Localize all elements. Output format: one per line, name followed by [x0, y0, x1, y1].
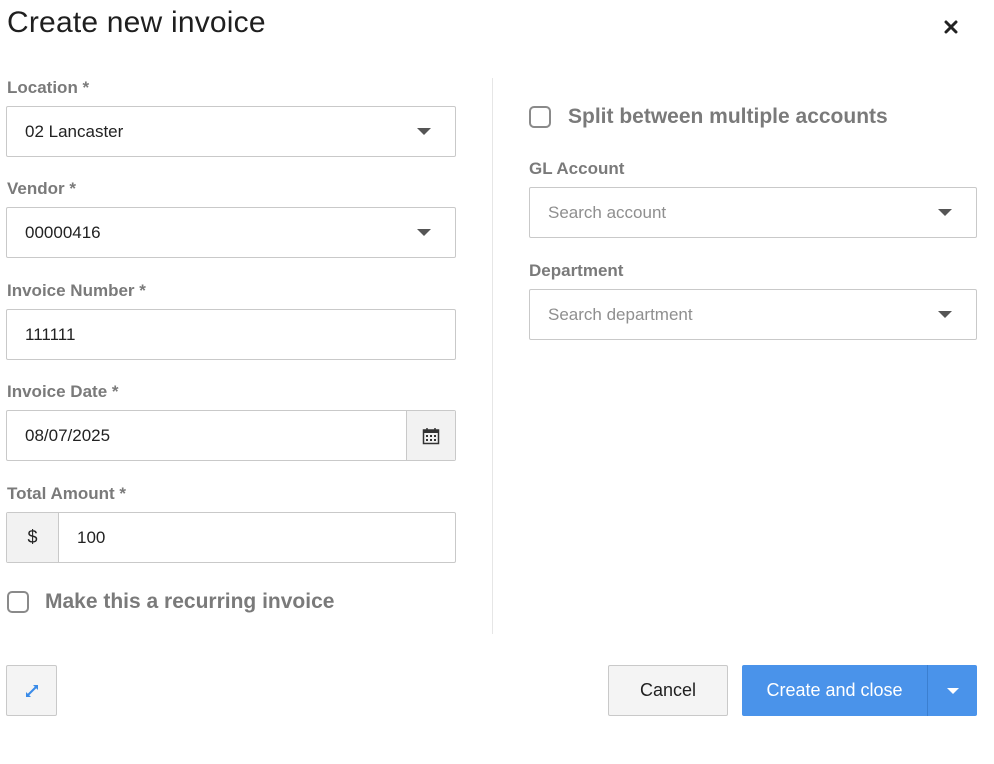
- department-select[interactable]: Search department: [529, 289, 977, 340]
- department-label: Department: [529, 261, 624, 280]
- chevron-down-icon: [417, 229, 431, 236]
- split-label[interactable]: Split between multiple accounts: [568, 105, 888, 129]
- expand-button[interactable]: [6, 665, 57, 716]
- invoice-date-input[interactable]: 08/07/2025: [6, 410, 456, 461]
- recurring-checkbox[interactable]: [7, 591, 29, 613]
- invoice-date-label: Invoice Date *: [7, 382, 119, 401]
- department-placeholder: Search department: [548, 304, 693, 324]
- currency-addon: $: [7, 513, 59, 562]
- calendar-button[interactable]: [406, 411, 455, 460]
- gl-account-label: GL Account: [529, 159, 625, 178]
- expand-icon: [25, 684, 38, 697]
- chevron-down-icon: [946, 687, 959, 694]
- create-and-close-button[interactable]: Create and close: [742, 665, 927, 716]
- column-divider: [492, 78, 493, 634]
- gl-account-placeholder: Search account: [548, 202, 667, 222]
- total-amount-label: Total Amount *: [7, 484, 126, 503]
- location-select[interactable]: 02 Lancaster: [6, 106, 456, 157]
- invoice-number-label: Invoice Number *: [7, 281, 146, 300]
- chevron-down-icon: [417, 128, 431, 135]
- vendor-value: 00000416: [25, 222, 101, 242]
- invoice-number-value: 111111: [25, 324, 76, 344]
- calendar-icon: [422, 427, 440, 444]
- total-amount-value: 100: [77, 527, 106, 547]
- dialog-title: Create new invoice: [7, 6, 266, 39]
- close-icon: [944, 20, 958, 34]
- invoice-number-input[interactable]: 111111: [6, 309, 456, 360]
- recurring-label[interactable]: Make this a recurring invoice: [45, 590, 334, 614]
- vendor-label: Vendor *: [7, 179, 76, 198]
- gl-account-select[interactable]: Search account: [529, 187, 977, 238]
- chevron-down-icon: [938, 311, 952, 318]
- vendor-select[interactable]: 00000416: [6, 207, 456, 258]
- close-button[interactable]: [936, 12, 966, 42]
- split-checkbox[interactable]: [529, 106, 551, 128]
- invoice-date-value: 08/07/2025: [25, 425, 111, 445]
- location-value: 02 Lancaster: [25, 121, 124, 141]
- location-label: Location *: [7, 78, 90, 97]
- total-amount-input[interactable]: $ 100: [6, 512, 456, 563]
- cancel-button[interactable]: Cancel: [608, 665, 728, 716]
- chevron-down-icon: [938, 209, 952, 216]
- create-options-button[interactable]: [927, 665, 977, 716]
